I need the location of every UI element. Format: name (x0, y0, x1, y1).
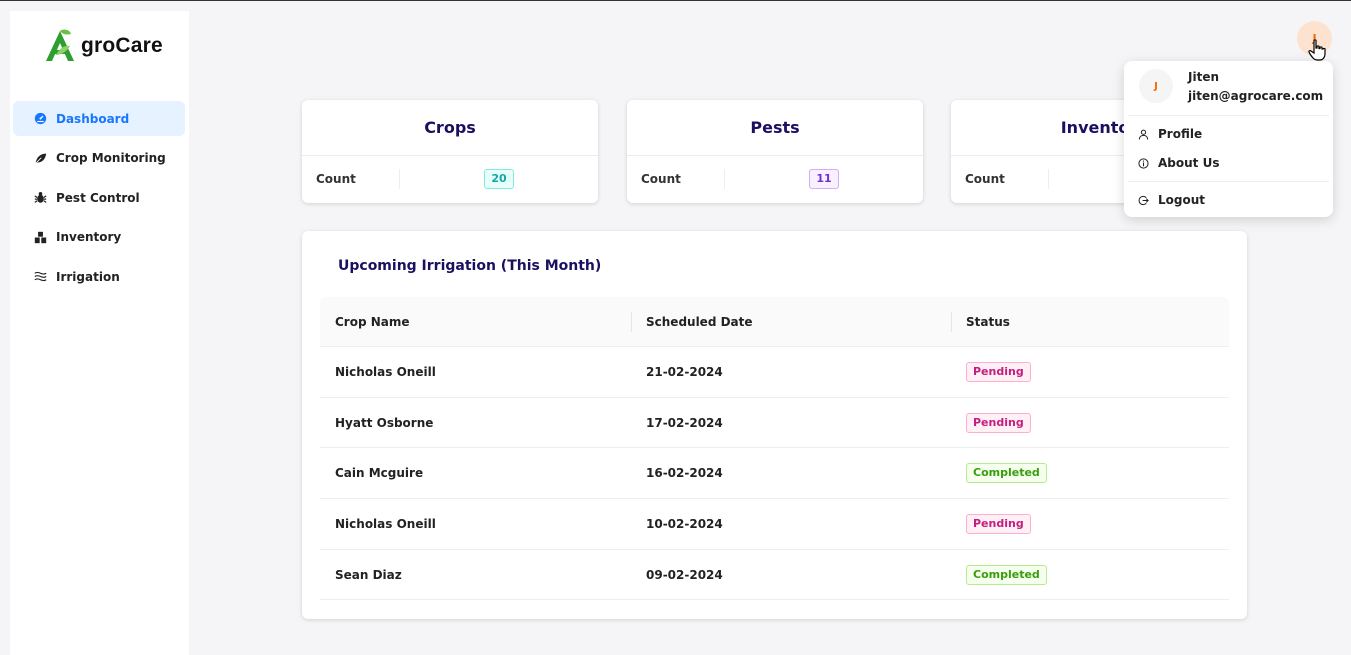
divider (1128, 181, 1329, 182)
menu-item-profile[interactable]: Profile (1138, 124, 1202, 144)
user-name: Jiten (1188, 70, 1219, 84)
table-row[interactable]: Sean Diaz 09-02-2024 Completed (320, 550, 1229, 601)
boxes-icon (33, 230, 47, 244)
table-row[interactable]: Nicholas Oneill 21-02-2024 Pending (320, 347, 1229, 398)
scheduled-date-cell: 09-02-2024 (646, 567, 723, 582)
irrigation-table: Crop Name Scheduled Date Status Nicholas… (320, 297, 1229, 601)
menu-item-label: Logout (1158, 193, 1206, 207)
status-badge: Pending (966, 412, 1031, 433)
sidebar-item-label: Irrigation (56, 269, 120, 284)
sidebar-item-pest-control[interactable]: Pest Control (13, 180, 185, 215)
card-label: Count (951, 169, 1049, 189)
app-logo[interactable]: groCare (42, 29, 163, 63)
crop-name-cell: Sean Diaz (335, 567, 402, 582)
column-header-crop-name[interactable]: Crop Name (320, 297, 631, 346)
status-badge: Pending (966, 361, 1031, 382)
scheduled-date-cell: 16-02-2024 (646, 466, 723, 481)
leaf-a-logo-icon (46, 29, 74, 61)
irrigation-card: Upcoming Irrigation (This Month) Crop Na… (302, 231, 1247, 619)
table-header-row: Crop Name Scheduled Date Status (320, 297, 1229, 347)
status-badge: Pending (966, 513, 1031, 534)
column-header-status[interactable]: Status (951, 297, 1229, 346)
scheduled-date-cell: 10-02-2024 (646, 516, 723, 531)
dashboard-icon (33, 112, 47, 126)
hand-cursor-icon (1308, 39, 1326, 61)
crop-name-cell: Hyatt Osborne (335, 415, 434, 430)
menu-item-label: About Us (1158, 156, 1220, 170)
menu-item-label: Profile (1158, 127, 1203, 141)
sidebar-item-irrigation[interactable]: Irrigation (13, 259, 185, 294)
user-icon (1138, 129, 1149, 140)
count-badge: 11 (809, 169, 839, 189)
logout-icon (1138, 195, 1149, 205)
pests-card: Pests Count 11 (627, 100, 923, 203)
sidebar-item-label: Dashboard (56, 111, 130, 126)
scheduled-date-cell: 21-02-2024 (646, 364, 723, 379)
app-name: groCare (81, 34, 163, 57)
table-row[interactable]: Nicholas Oneill 10-02-2024 Pending (320, 499, 1229, 550)
crop-name-cell: Nicholas Oneill (335, 364, 436, 379)
info-icon (1138, 157, 1149, 169)
table-row[interactable]: Hyatt Osborne 17-02-2024 Pending (320, 398, 1229, 449)
leaf-icon (33, 151, 47, 165)
sidebar-item-label: Inventory (56, 230, 122, 244)
scheduled-date-cell: 17-02-2024 (646, 415, 723, 430)
status-badge: Completed (966, 463, 1047, 484)
sidebar-item-label: Crop Monitoring (56, 151, 166, 165)
avatar-initial: J (1154, 80, 1158, 92)
sidebar-item-crop-monitoring[interactable]: Crop Monitoring (13, 141, 185, 176)
table-row[interactable]: Cain Mcguire 16-02-2024 Completed (320, 448, 1229, 500)
sidebar-item-dashboard[interactable]: Dashboard (13, 101, 185, 136)
count-badge: 20 (484, 169, 514, 189)
column-header-scheduled-date[interactable]: Scheduled Date (631, 297, 951, 346)
crop-name-cell: Cain Mcguire (335, 466, 424, 481)
sidebar-item-inventory[interactable]: Inventory (13, 220, 185, 255)
menu-item-about-us[interactable]: About Us (1138, 153, 1219, 173)
card-label: Count (627, 169, 725, 189)
card-label: Count (302, 169, 400, 189)
menu-item-logout[interactable]: Logout (1138, 190, 1205, 210)
crop-name-cell: Nicholas Oneill (335, 516, 436, 531)
irrigation-title: Upcoming Irrigation (This Month) (338, 258, 602, 274)
card-title: Crops (302, 100, 598, 156)
bug-icon (33, 191, 47, 205)
sidebar-item-label: Pest Control (56, 190, 140, 205)
sidebar: groCare Dashboard Crop Monitoring Pest C… (10, 11, 189, 655)
user-dropdown-menu: J Jiten jiten@agrocare.com Profile About… (1124, 61, 1333, 217)
user-email: jiten@agrocare.com (1188, 89, 1324, 103)
divider (1128, 115, 1329, 116)
status-badge: Completed (966, 564, 1047, 585)
dropdown-avatar: J (1139, 69, 1173, 103)
card-title: Pests (627, 100, 923, 156)
crops-card: Crops Count 20 (302, 100, 598, 203)
water-icon (33, 270, 47, 284)
sidebar-nav: Dashboard Crop Monitoring Pest Control I… (13, 101, 185, 299)
